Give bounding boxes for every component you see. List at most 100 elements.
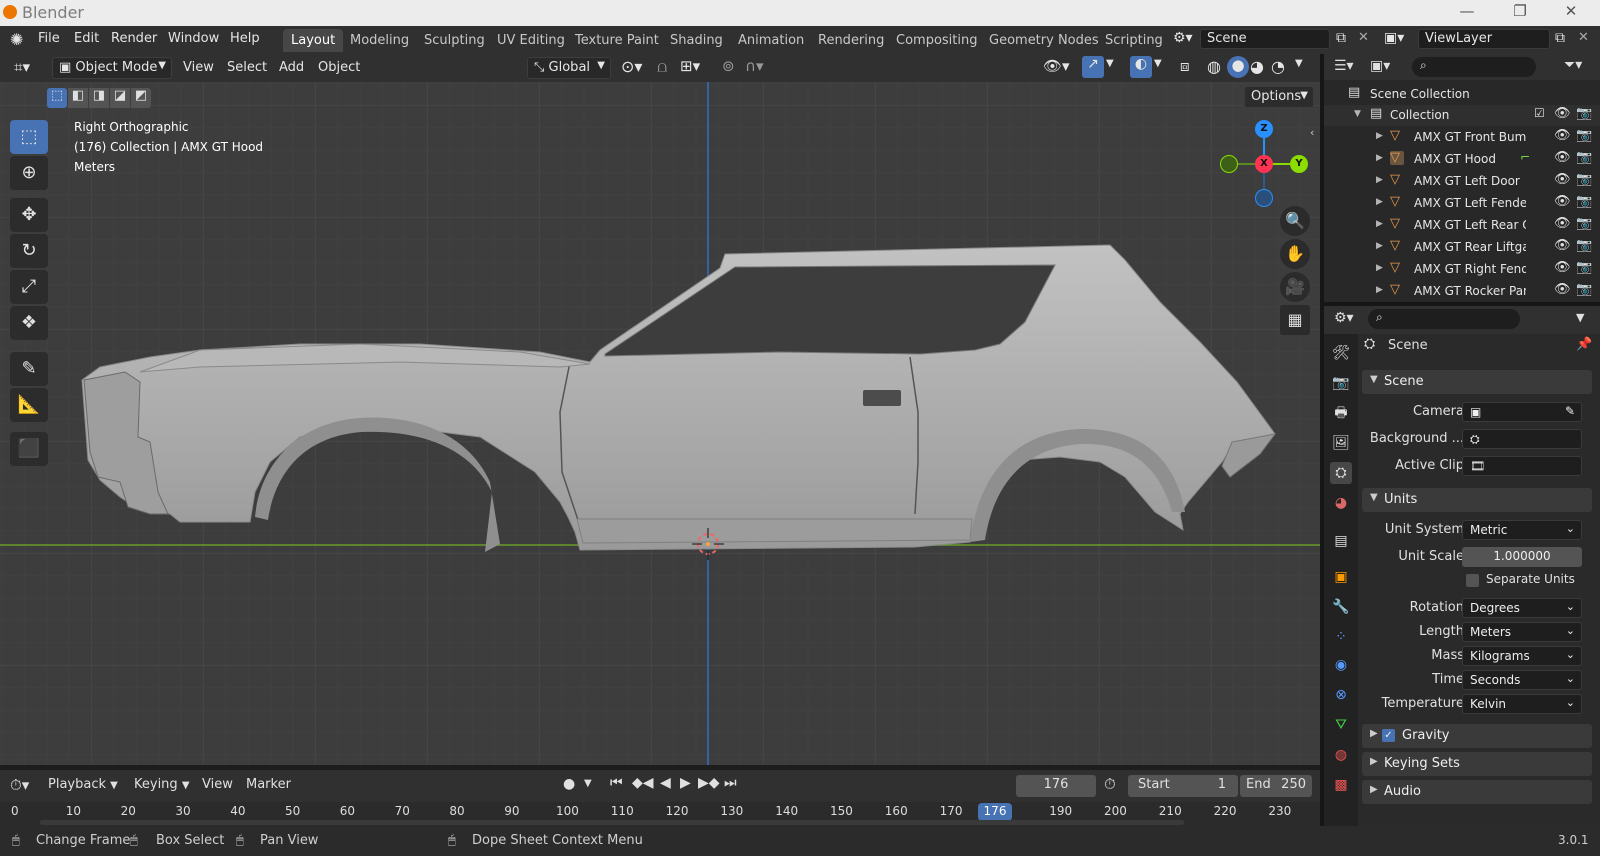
gizmo-z-axis[interactable]: Z [1255, 120, 1273, 138]
viewlayer-selector-icon[interactable]: ▣▾ [1384, 30, 1404, 46]
time-dropdown[interactable]: Seconds ⌄ [1462, 670, 1582, 690]
pivot-point-icon[interactable]: ⊙▾ [621, 57, 642, 76]
camera-icon[interactable]: 📷 [1576, 260, 1592, 275]
jump-start-icon[interactable]: ⏮ [610, 775, 623, 791]
tab-sculpting[interactable]: Sculpting [416, 29, 493, 52]
maximize-button[interactable]: ❐ [1505, 2, 1535, 24]
material-tab-icon[interactable]: ◍ [1330, 744, 1352, 766]
audio-panel-header[interactable]: ▶ Audio [1362, 780, 1592, 804]
length-dropdown[interactable]: Meters ⌄ [1462, 622, 1582, 642]
ortho-grid-icon[interactable]: ▦ [1280, 305, 1310, 335]
filter-icon[interactable]: ⏷▾ [1564, 57, 1582, 73]
minimize-button[interactable]: — [1452, 2, 1482, 24]
units-panel-header[interactable]: ▼ Units [1362, 488, 1592, 512]
separate-units-checkbox[interactable] [1466, 574, 1479, 587]
outliner-object-row[interactable]: ▶ ▽ AMX GT Right Fende 👁 📷 [1324, 259, 1600, 280]
gizmo-neg-z-axis[interactable] [1255, 189, 1273, 207]
visibility-icon[interactable]: 👁▾ [1043, 57, 1070, 75]
mass-dropdown[interactable]: Kilograms ⌄ [1462, 646, 1582, 666]
eye-icon[interactable]: 👁 [1554, 172, 1571, 187]
scene-name-field[interactable]: Scene [1200, 29, 1330, 49]
close-window-button[interactable]: ✕ [1556, 2, 1586, 24]
outliner-object-row[interactable]: ▶ ▽ AMX GT Left Fender 👁 📷 [1324, 193, 1600, 214]
prev-keyframe-icon[interactable]: ◆◀ [632, 775, 654, 791]
outliner-object-row[interactable]: ▶ ▽ AMX GT Front Bump 👁 📷 [1324, 127, 1600, 148]
eyedropper-icon[interactable]: ✎ [1565, 404, 1575, 418]
particles-tab-icon[interactable]: ⁘ [1330, 626, 1352, 648]
car-body-model[interactable] [0, 82, 1320, 765]
eye-icon[interactable]: 👁 [1554, 238, 1571, 253]
viewlayer-name-field[interactable]: ViewLayer [1418, 29, 1550, 49]
gizmo-y-axis[interactable]: Y [1290, 155, 1308, 173]
preview-range-icon[interactable]: ⏱ [1104, 775, 1116, 793]
expand-toggle-icon[interactable]: ▶ [1376, 175, 1383, 185]
menu-view[interactable]: View [202, 777, 233, 792]
current-frame-field[interactable]: 176 [1016, 775, 1096, 797]
properties-search-input[interactable]: ⌕ [1368, 309, 1520, 329]
editor-type-icon[interactable]: ⌗▾ [14, 58, 30, 76]
camera-icon[interactable]: 📷 [1576, 238, 1592, 253]
physics-tab-icon[interactable]: ◉ [1330, 654, 1352, 676]
outliner-object-row[interactable]: ▶ ▽ AMX GT Rear Liftgat 👁 📷 [1324, 237, 1600, 258]
camera-icon[interactable]: 📷 [1576, 216, 1592, 231]
scene-tab-icon[interactable]: ⛭ [1330, 462, 1352, 484]
timeline-editor-type-icon[interactable]: ⏱▾ [10, 776, 29, 794]
eye-icon[interactable]: 👁 [1554, 260, 1571, 275]
tab-shading[interactable]: Shading [662, 29, 731, 52]
outliner-object-row[interactable]: ▶ ▽ AMX GT Hood ⌐ 👁 📷 [1324, 149, 1600, 170]
3d-viewport[interactable]: ⬚ ◧ ◨ ◪ ◩ ⬚ ⊕ ✥ ↻ ⤢ ❖ ✎ 📐 ⬛ Right Orthog… [0, 82, 1320, 765]
camera-icon[interactable]: 📷 [1576, 128, 1592, 143]
eye-icon[interactable]: 👁 [1554, 128, 1571, 143]
menu-playback[interactable]: Playback ▼ [48, 777, 118, 792]
menu-object[interactable]: Object [318, 60, 360, 75]
tab-rendering[interactable]: Rendering [810, 29, 892, 52]
expand-toggle-icon[interactable]: ▶ [1376, 263, 1383, 273]
scene-panel-header[interactable]: ▼ Scene [1362, 370, 1592, 394]
pan-hand-icon[interactable]: ✋ [1280, 239, 1310, 269]
wireframe-shading-icon[interactable]: ◍ [1207, 57, 1221, 76]
chevron-down-icon[interactable]: ▼ [1295, 58, 1303, 69]
camera-icon[interactable]: 📷 [1576, 282, 1592, 297]
blender-menu-icon[interactable]: ✺ [10, 30, 23, 49]
eye-icon[interactable]: 👁 [1554, 282, 1571, 297]
proportional-edit-icon[interactable]: ⊚ [722, 57, 735, 75]
camera-icon[interactable]: 📷 [1576, 150, 1592, 165]
collection-tab-icon[interactable]: ▤ [1330, 530, 1352, 552]
constraints-tab-icon[interactable]: ⊗ [1330, 684, 1352, 706]
rendered-shading-icon[interactable]: ◔ [1271, 57, 1285, 76]
eye-icon[interactable]: 👁 [1554, 194, 1571, 209]
chevron-down-icon[interactable]: ▼ [584, 778, 592, 789]
outliner-object-row[interactable]: ▶ ▽ AMX GT Left Rear Q 👁 📷 [1324, 215, 1600, 236]
background-field[interactable]: ⛭ [1462, 429, 1582, 449]
outliner-collection[interactable]: ▼ ▤ Collection ☑ 👁 📷 [1324, 105, 1600, 126]
keying-sets-panel-header[interactable]: ▶ Keying Sets [1362, 752, 1592, 776]
tab-layout[interactable]: Layout [283, 29, 344, 52]
unit-scale-field[interactable]: 1.000000 [1462, 547, 1582, 567]
menu-marker[interactable]: Marker [246, 777, 291, 792]
eye-icon[interactable]: 👁 [1554, 216, 1571, 231]
tab-animation[interactable]: Animation [730, 29, 812, 52]
camera-icon[interactable]: 📷 [1576, 106, 1592, 121]
outliner-scene-collection[interactable]: ▤ Scene Collection [1324, 84, 1600, 105]
eye-icon[interactable]: 👁 [1554, 150, 1571, 165]
tab-geometry-nodes[interactable]: Geometry Nodes [981, 29, 1107, 52]
eye-icon[interactable]: 👁 [1554, 106, 1571, 121]
menu-keying[interactable]: Keying ▼ [134, 777, 190, 792]
chevron-down-icon[interactable]: ▼ [1106, 58, 1114, 69]
output-tab-icon[interactable]: 🖶 [1330, 402, 1352, 424]
record-icon[interactable]: ● [563, 776, 575, 792]
gravity-checkbox[interactable]: ✓ [1382, 729, 1395, 742]
outliner-editor-type-icon[interactable]: ☰▾ [1334, 58, 1354, 74]
delete-viewlayer-icon[interactable]: ✕ [1578, 30, 1589, 45]
xray-toggle-icon[interactable]: ⧈ [1180, 57, 1190, 75]
active-clip-field[interactable]: 🎞 [1462, 456, 1582, 476]
display-mode-icon[interactable]: ▣▾ [1370, 58, 1390, 74]
temperature-dropdown[interactable]: Kelvin ⌄ [1462, 694, 1582, 714]
delete-scene-icon[interactable]: ✕ [1358, 30, 1369, 45]
mode-dropdown[interactable]: ▣ Object Mode ▼ [52, 57, 172, 79]
expand-toggle-icon[interactable]: ▼ [1354, 109, 1361, 119]
data-tab-icon[interactable]: ⛛ [1330, 714, 1352, 736]
tool-tab-icon[interactable]: 🛠 [1330, 342, 1352, 364]
tab-texture-paint[interactable]: Texture Paint [567, 29, 667, 52]
expand-toggle-icon[interactable]: ▶ [1376, 219, 1383, 229]
